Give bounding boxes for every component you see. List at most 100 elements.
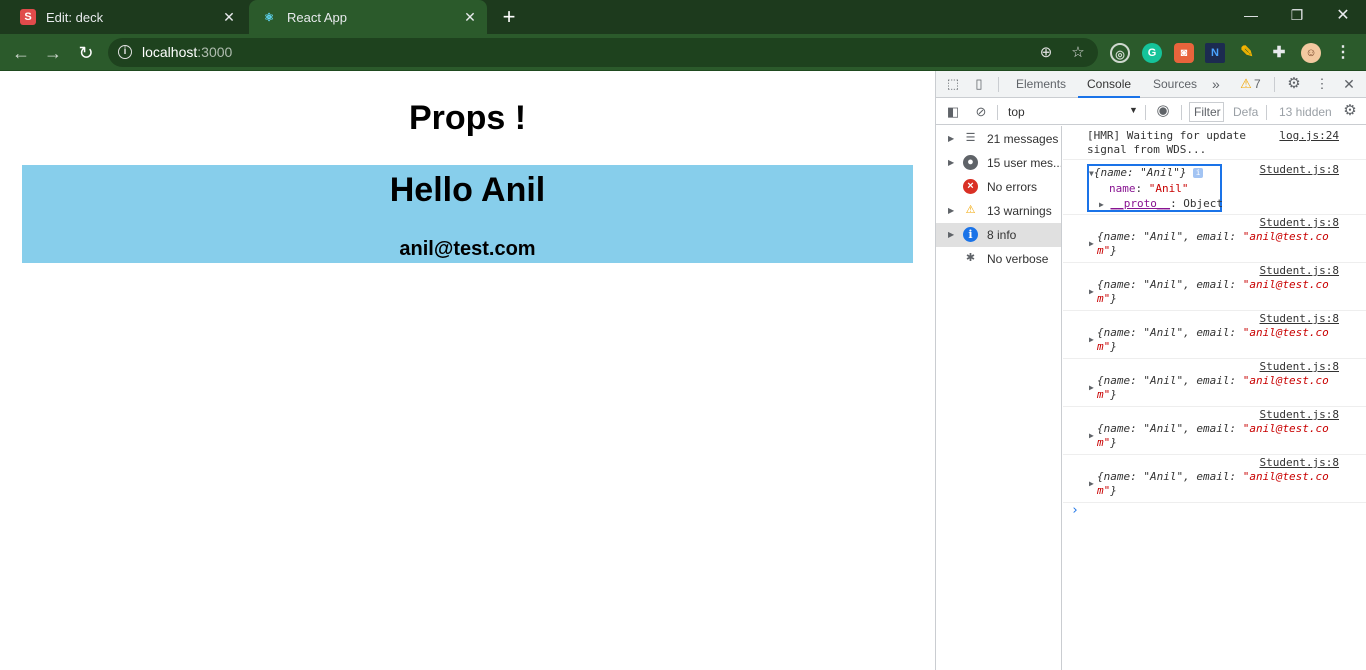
student-email: anil@test.com bbox=[399, 238, 536, 260]
inspect-element-icon[interactable]: ⬚ bbox=[945, 76, 961, 92]
sidebar-item-verbose[interactable]: ✱ No verbose bbox=[936, 247, 1061, 271]
log-suffix: } bbox=[1110, 388, 1117, 401]
sidebar-item-messages[interactable]: ▶ ☰ 21 messages bbox=[936, 127, 1061, 151]
expand-arrow-icon[interactable]: ▶ bbox=[1089, 383, 1094, 392]
browser-toolbar: ← → ↻ i localhost:3000 ⊕ ☆ ◎ G ◙ N ✎ ✚ ☺… bbox=[0, 34, 1366, 71]
site-info-icon[interactable]: i bbox=[118, 45, 132, 59]
message-text: [HMR] Waiting for update signal from WDS… bbox=[1087, 129, 1246, 157]
log-object-preview[interactable]: {name: "Anil", email: "anil@test.co m"} bbox=[1097, 374, 1329, 402]
sidebar-item-errors[interactable]: × No errors bbox=[936, 175, 1061, 199]
expand-arrow-icon: ▶ bbox=[1099, 200, 1104, 209]
warning-icon: ⚠ bbox=[1240, 76, 1252, 91]
profile-avatar[interactable]: ☺ bbox=[1301, 43, 1321, 63]
source-link[interactable]: Student.js:8 bbox=[1260, 408, 1339, 421]
source-link[interactable]: Student.js:8 bbox=[1260, 312, 1339, 325]
back-icon[interactable]: ← bbox=[8, 40, 34, 66]
console-log-entry: Student.js:8 ▶ {name: "Anil", email: "anil… bbox=[1063, 311, 1366, 359]
log-object-preview[interactable]: {name: "Anil", email: "anil@test.co m"} bbox=[1097, 230, 1329, 258]
sidebar-item-label: No verbose bbox=[987, 252, 1049, 266]
property-key: name bbox=[1109, 182, 1136, 195]
extension-target-icon[interactable]: ◎ bbox=[1110, 43, 1130, 63]
tab-sources[interactable]: Sources bbox=[1153, 71, 1197, 98]
student-greeting: Hello Anil bbox=[389, 171, 546, 209]
expand-arrow-icon[interactable]: ▶ bbox=[1089, 335, 1094, 344]
console-prompt[interactable]: › bbox=[1071, 503, 1079, 518]
close-devtools-icon[interactable]: ✕ bbox=[1341, 76, 1357, 92]
sidebar-item-label: 13 warnings bbox=[987, 204, 1052, 218]
tab-elements[interactable]: Elements bbox=[1016, 71, 1066, 98]
more-tabs-button[interactable]: » bbox=[1212, 71, 1220, 98]
log-object-preview[interactable]: {name: "Anil", email: "anil@test.co m"} bbox=[1097, 422, 1329, 450]
extensions-puzzle-icon[interactable]: ✚ bbox=[1269, 43, 1289, 63]
context-select[interactable]: top bbox=[1008, 105, 1025, 119]
source-link[interactable]: Student.js:8 bbox=[1260, 456, 1339, 469]
close-icon[interactable]: ✕ bbox=[459, 6, 481, 28]
console-log-entry: Student.js:8 ▶ {name: "Anil", email: "anil… bbox=[1063, 263, 1366, 311]
source-link[interactable]: Student.js:8 bbox=[1260, 360, 1339, 373]
console-message: [HMR] Waiting for update signal from WDS… bbox=[1063, 126, 1366, 160]
source-link[interactable]: Student.js:8 bbox=[1260, 163, 1339, 176]
hidden-count: 13 hidden bbox=[1279, 105, 1332, 119]
grammarly-icon[interactable]: G bbox=[1142, 43, 1162, 63]
minimize-icon[interactable]: — bbox=[1228, 0, 1274, 30]
tab-react-app[interactable]: ⚛ React App ✕ bbox=[249, 0, 487, 34]
log-levels-dropdown[interactable]: Defa bbox=[1233, 105, 1258, 119]
extension-camera-icon[interactable]: ◙ bbox=[1174, 43, 1194, 63]
window-close-icon[interactable]: ✕ bbox=[1320, 0, 1366, 30]
proto-key: __proto__ bbox=[1110, 197, 1171, 210]
expand-arrow-icon[interactable]: ▶ bbox=[1089, 287, 1094, 296]
forward-icon[interactable]: → bbox=[40, 40, 66, 66]
expanded-object-highlight[interactable]: ▼{name: "Anil"} i name: "Anil" ▶ __proto… bbox=[1087, 164, 1223, 212]
object-summary[interactable]: ▼{name: "Anil"} i bbox=[1089, 166, 1204, 181]
pen-icon[interactable]: ✎ bbox=[1237, 43, 1257, 63]
bookmark-star-icon[interactable]: ☆ bbox=[1068, 43, 1088, 63]
console-settings-gear-icon[interactable]: ⚙ bbox=[1342, 103, 1358, 119]
proto-property[interactable]: ▶ __proto__: Object bbox=[1099, 197, 1223, 212]
source-link[interactable]: log.js:24 bbox=[1279, 129, 1339, 142]
expand-arrow-icon[interactable]: ▶ bbox=[1089, 239, 1094, 248]
tab-title: React App bbox=[287, 9, 347, 25]
expand-arrow-icon: ▶ bbox=[948, 206, 955, 215]
sidebar-item-warnings[interactable]: ▶ ⚠ 13 warnings bbox=[936, 199, 1061, 223]
log-string: m" bbox=[1097, 436, 1111, 449]
divider bbox=[1181, 105, 1182, 120]
message-line: signal from WDS... bbox=[1087, 143, 1207, 156]
log-object-preview[interactable]: {name: "Anil", email: "anil@test.co m"} bbox=[1097, 470, 1329, 498]
tab-edit-deck[interactable]: S Edit: deck ✕ bbox=[8, 0, 246, 34]
log-prefix: {name: "Anil", email: bbox=[1097, 470, 1243, 483]
zoom-icon[interactable]: ⊕ bbox=[1036, 43, 1056, 63]
live-expression-eye-icon[interactable]: ◉ bbox=[1155, 103, 1171, 119]
device-toolbar-icon[interactable]: ▯ bbox=[971, 76, 987, 92]
expand-arrow-icon[interactable]: ▶ bbox=[1089, 431, 1094, 440]
log-string: m" bbox=[1097, 484, 1111, 497]
address-bar[interactable]: i localhost:3000 ⊕ ☆ bbox=[108, 38, 1098, 67]
settings-gear-icon[interactable]: ⚙ bbox=[1286, 76, 1302, 92]
sidebar-item-label: No errors bbox=[987, 180, 1038, 194]
devtools-menu-icon[interactable]: ⋮ bbox=[1314, 76, 1330, 92]
warning-count[interactable]: 7 bbox=[1254, 71, 1261, 98]
chevron-down-icon: ▼ bbox=[1129, 105, 1138, 115]
reload-icon[interactable]: ↻ bbox=[73, 40, 99, 66]
source-link[interactable]: Student.js:8 bbox=[1260, 264, 1339, 277]
menu-kebab-icon[interactable]: ⋮ bbox=[1333, 43, 1353, 63]
log-line: m"} bbox=[1097, 292, 1329, 306]
student-card: Hello Anil anil@test.com bbox=[22, 165, 913, 263]
sidebar-item-info[interactable]: ▶ i 8 info bbox=[936, 223, 1061, 247]
url-text[interactable]: localhost:3000 bbox=[142, 44, 232, 60]
log-line: m"} bbox=[1097, 340, 1329, 354]
log-object-preview[interactable]: {name: "Anil", email: "anil@test.co m"} bbox=[1097, 278, 1329, 306]
close-icon[interactable]: ✕ bbox=[218, 6, 240, 28]
filter-input[interactable]: Filter bbox=[1189, 102, 1224, 122]
sidebar-item-user-messages[interactable]: ▶ ● 15 user mes... bbox=[936, 151, 1061, 175]
log-prefix: {name: "Anil", email: bbox=[1097, 422, 1243, 435]
warning-icon: ⚠ bbox=[965, 204, 976, 216]
restore-icon[interactable]: ❐ bbox=[1274, 0, 1320, 30]
source-link[interactable]: Student.js:8 bbox=[1260, 216, 1339, 229]
expand-arrow-icon[interactable]: ▶ bbox=[1089, 479, 1094, 488]
new-tab-button[interactable]: + bbox=[496, 4, 522, 30]
tab-console[interactable]: Console bbox=[1078, 71, 1141, 98]
log-object-preview[interactable]: {name: "Anil", email: "anil@test.co m"} bbox=[1097, 326, 1329, 354]
sidebar-toggle-icon[interactable]: ◧ bbox=[945, 104, 961, 120]
clear-console-icon[interactable]: ⊘ bbox=[973, 104, 989, 120]
extension-n-icon[interactable]: N bbox=[1205, 43, 1225, 63]
